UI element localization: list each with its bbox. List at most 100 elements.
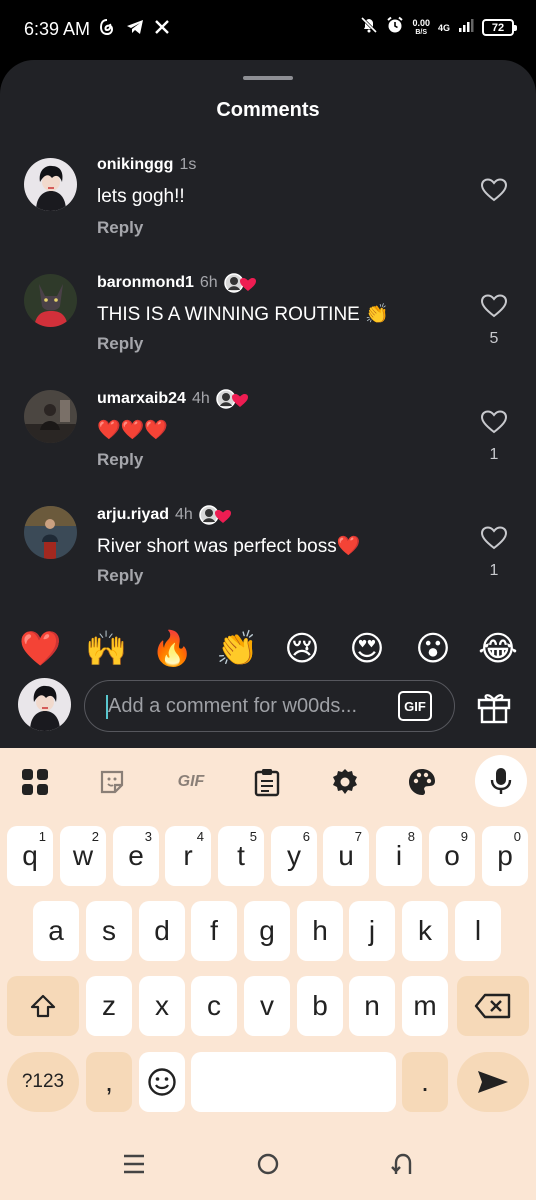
key-w[interactable]: w2 (60, 826, 106, 886)
shift-key[interactable] (7, 976, 79, 1036)
key-b[interactable]: b (297, 976, 343, 1036)
key-d[interactable]: d (139, 901, 185, 961)
comment-input[interactable]: Add a comment for w00ds... GIF (84, 680, 455, 732)
back-icon[interactable] (382, 1144, 422, 1184)
telegram-icon (126, 19, 144, 40)
comment-item: arju.riyad 4h River short was perfect bo… (0, 504, 536, 622)
comment-username[interactable]: baronmond1 (97, 274, 194, 292)
reply-button[interactable]: Reply (97, 450, 143, 470)
key-v[interactable]: v (244, 976, 290, 1036)
key-x[interactable]: x (139, 976, 185, 1036)
backspace-key[interactable] (457, 976, 529, 1036)
key-c[interactable]: c (191, 976, 237, 1036)
comment-text: THIS IS A WINNING ROUTINE 👏 (97, 304, 389, 325)
comment-text: ❤️❤️❤️ (97, 420, 168, 441)
key-a[interactable]: a (33, 901, 79, 961)
drag-handle[interactable] (243, 76, 293, 80)
comment-text: lets gogh!! (97, 186, 185, 207)
gif-button[interactable]: GIF (398, 691, 432, 721)
emoji-key[interactable] (139, 1052, 185, 1112)
like-heart-icon[interactable] (480, 526, 508, 550)
period-key[interactable]: . (402, 1052, 448, 1112)
apps-icon[interactable] (15, 762, 55, 802)
comment-text: River short was perfect boss❤️ (97, 536, 361, 557)
key-h[interactable]: h (297, 901, 343, 961)
comment-input-placeholder: Add a comment for w00ds... (108, 695, 358, 717)
like-heart-icon[interactable] (480, 178, 508, 202)
like-heart-icon[interactable] (480, 294, 508, 318)
comment-meta: umarxaib24 4h (97, 388, 250, 410)
key-k[interactable]: k (402, 901, 448, 961)
emoji-raised-hands[interactable]: 🙌 (85, 629, 127, 669)
reply-button[interactable]: Reply (97, 566, 143, 586)
like-count: 1 (489, 446, 499, 463)
mute-notifications-icon (360, 16, 378, 39)
reply-button[interactable]: Reply (97, 334, 143, 354)
key-s[interactable]: s (86, 901, 132, 961)
comment-username[interactable]: onikinggg (97, 156, 173, 174)
comment-composer: Add a comment for w00ds... GIF (0, 678, 536, 748)
comment-time: 4h (191, 390, 210, 407)
emoji-laughing[interactable]: 😂 (478, 629, 518, 669)
settings-icon[interactable] (325, 762, 365, 802)
key-y[interactable]: y6 (271, 826, 317, 886)
comment-item: baronmond1 6h THIS IS A WINNING ROUTINE … (0, 272, 536, 390)
key-n[interactable]: n (349, 976, 395, 1036)
comment-username[interactable]: arju.riyad (97, 506, 169, 524)
battery-icon: 72 (482, 19, 517, 36)
comment-time: 4h (175, 506, 193, 523)
avatar[interactable] (24, 158, 77, 211)
comment-meta: baronmond1 6h (97, 272, 258, 294)
emoji-heart[interactable]: ❤️ (19, 629, 61, 669)
key-l[interactable]: l (455, 901, 501, 961)
palette-icon[interactable] (402, 762, 442, 802)
emoji-heart-eyes[interactable]: 😍 (347, 629, 387, 669)
comma-key[interactable]: , (86, 1052, 132, 1112)
like-heart-icon[interactable] (480, 410, 508, 434)
send-arrow-icon (478, 1071, 508, 1093)
avatar[interactable] (24, 274, 77, 327)
key-g[interactable]: g (244, 901, 290, 961)
key-o[interactable]: o9 (429, 826, 475, 886)
gif-icon[interactable]: GIF (170, 762, 212, 802)
symbols-key[interactable]: ?123 (7, 1052, 79, 1112)
key-t[interactable]: t5 (218, 826, 264, 886)
emoji-clap[interactable]: 👏 (216, 629, 258, 669)
status-time: 6:39 AM (24, 19, 91, 39)
key-q[interactable]: q1 (7, 826, 53, 886)
key-r[interactable]: r4 (165, 826, 211, 886)
comment-time: 1s (179, 156, 197, 173)
avatar[interactable] (24, 506, 77, 559)
home-icon[interactable] (248, 1144, 288, 1184)
key-j[interactable]: j (349, 901, 395, 961)
key-f[interactable]: f (191, 901, 237, 961)
key-i[interactable]: i8 (376, 826, 422, 886)
avatar[interactable] (24, 390, 77, 443)
keyboard: GIF q1 w2 e3 r4 t5 y6 u7 i8 o9 p0 a s d … (0, 748, 536, 1120)
send-key[interactable] (457, 1052, 529, 1112)
space-key[interactable] (191, 1052, 396, 1112)
network-speed-value: 0.00 (412, 17, 430, 28)
gift-icon[interactable] (474, 686, 514, 726)
status-indicators: 0.00 B/S 4G 72 (360, 16, 517, 39)
emoji-surprised[interactable]: 😮 (413, 629, 453, 669)
emoji-fire[interactable]: 🔥 (151, 629, 193, 669)
key-m[interactable]: m (402, 976, 448, 1036)
backspace-icon (474, 993, 511, 1019)
reply-button[interactable]: Reply (97, 218, 143, 238)
sticker-icon[interactable] (92, 762, 132, 802)
recents-icon[interactable] (114, 1144, 154, 1184)
clipboard-icon[interactable] (247, 762, 287, 802)
mic-icon[interactable] (475, 755, 527, 807)
emoji-crying[interactable]: 😢 (282, 629, 322, 669)
key-e[interactable]: e3 (113, 826, 159, 886)
key-z[interactable]: z (86, 976, 132, 1036)
avatar (18, 678, 71, 731)
key-u[interactable]: u7 (323, 826, 369, 886)
key-p[interactable]: p0 (482, 826, 528, 886)
quick-emoji-bar: ❤️ 🙌 🔥 👏 😢 😍 😮 😂 (0, 629, 536, 679)
network-speed-unit: B/S (415, 28, 428, 36)
network-speed: 0.00 B/S (412, 18, 430, 38)
comment-username[interactable]: umarxaib24 (97, 390, 186, 408)
creator-liked-badge (199, 504, 233, 526)
